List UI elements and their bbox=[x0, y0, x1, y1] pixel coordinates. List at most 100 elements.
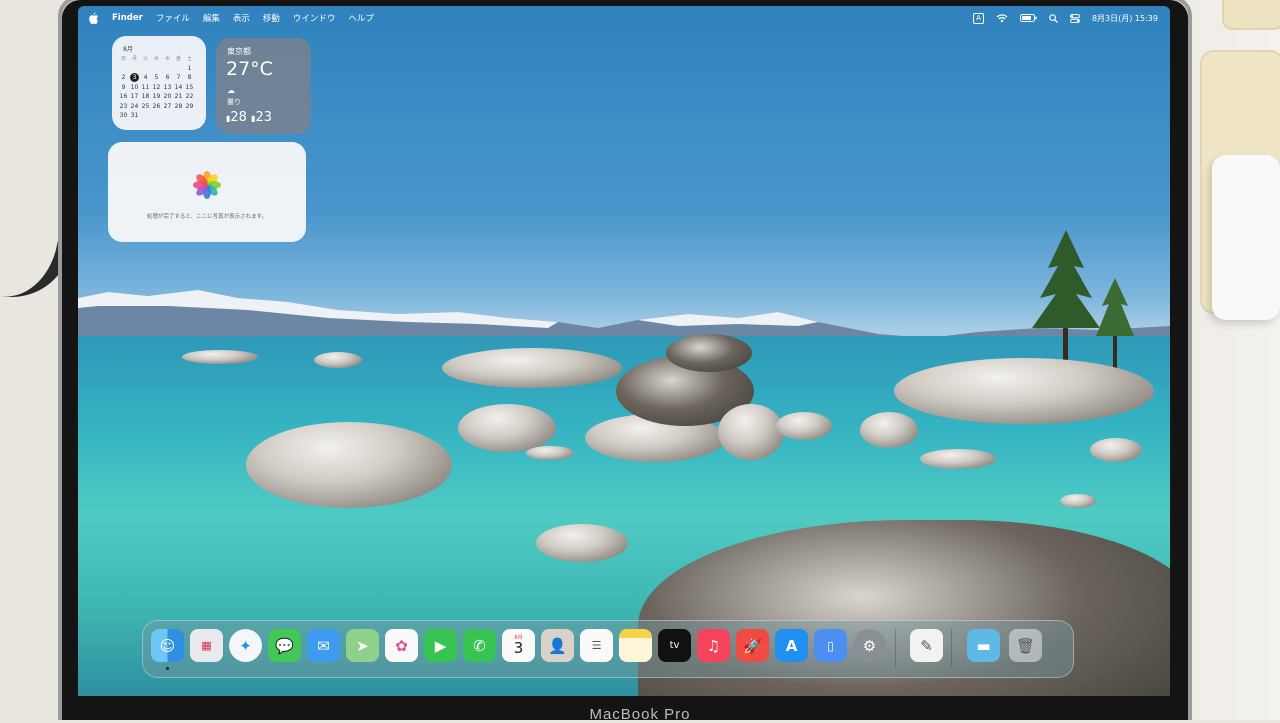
weekday-label: 月 bbox=[131, 56, 137, 63]
wallpaper-rock bbox=[314, 352, 362, 368]
dock-downloads-folder-icon[interactable]: ▬ bbox=[967, 629, 1000, 662]
calendar-day: 16 bbox=[119, 93, 128, 101]
dock-safari-icon[interactable]: ✦ bbox=[229, 629, 262, 662]
calendar-day: 14 bbox=[174, 83, 183, 91]
wallpaper-rock bbox=[536, 524, 628, 562]
dock-system-settings-icon[interactable]: ⚙ bbox=[853, 629, 886, 662]
menu-go[interactable]: 移動 bbox=[263, 12, 280, 24]
calendar-day: 1 bbox=[187, 64, 192, 72]
calendar-month: 8月 bbox=[123, 46, 133, 53]
calendar-widget[interactable]: 8月 日 月 火 水 木 金 土 1 2 3 4 5 6 7 8 9 10 11… bbox=[112, 36, 206, 130]
wallpaper-rock bbox=[458, 404, 556, 452]
input-source-indicator[interactable]: A bbox=[973, 12, 984, 24]
calendar-day bbox=[184, 111, 195, 121]
weather-low: 23 bbox=[255, 110, 273, 125]
dock-calendar-icon[interactable]: 8月 3 bbox=[502, 629, 535, 662]
weather-condition: 曇り bbox=[227, 98, 241, 106]
calendar-day: 20 bbox=[163, 93, 172, 101]
cloud-icon: ☁ bbox=[227, 86, 235, 95]
weekday-label: 木 bbox=[164, 56, 170, 63]
dock-music-icon[interactable]: ♫ bbox=[697, 629, 730, 662]
calendar-day: 23 bbox=[119, 102, 128, 110]
calendar-day bbox=[118, 64, 129, 74]
calendar-day bbox=[162, 111, 173, 121]
wallpaper-rock bbox=[920, 449, 996, 469]
menu-edit[interactable]: 編集 bbox=[203, 12, 220, 24]
menu-help[interactable]: ヘルプ bbox=[348, 12, 374, 24]
wallpaper-rock-cluster bbox=[442, 348, 622, 388]
wallpaper-rock bbox=[666, 334, 752, 372]
calendar-day: 13 bbox=[163, 83, 172, 91]
dock-launcher-rocket-icon[interactable]: 🚀 bbox=[736, 629, 769, 662]
wifi-icon[interactable] bbox=[996, 13, 1008, 23]
calendar-day bbox=[173, 64, 184, 74]
dock-facetime-icon[interactable]: ▶ bbox=[424, 629, 457, 662]
wallpaper-rock bbox=[860, 412, 918, 448]
dock-iphone-mirroring-icon[interactable]: ▯ bbox=[814, 629, 847, 662]
dock-messages-icon[interactable]: 💬 bbox=[268, 629, 301, 662]
weather-temperature: 27°C bbox=[226, 58, 273, 80]
menu-file[interactable]: ファイル bbox=[156, 12, 190, 24]
calendar-day bbox=[162, 64, 173, 74]
apple-menu-icon[interactable] bbox=[88, 12, 99, 24]
weekday-label: 水 bbox=[153, 56, 159, 63]
desktop-screen: Finder ファイル 編集 表示 移動 ウインドウ ヘルプ A 8月3日(月)… bbox=[78, 6, 1170, 696]
wallpaper-rock bbox=[776, 412, 832, 440]
dock-trash-icon[interactable]: 🗑 bbox=[1009, 629, 1042, 662]
dock-reminders-icon[interactable]: ☰ bbox=[580, 629, 613, 662]
wallpaper-rock bbox=[718, 404, 784, 460]
wallpaper-rock bbox=[526, 446, 574, 460]
menu-clock[interactable]: 8月3日(月) 15:39 bbox=[1092, 13, 1158, 24]
calendar-day: 25 bbox=[141, 102, 150, 110]
calendar-day: 29 bbox=[185, 102, 194, 110]
calendar-day-today: 3 bbox=[129, 73, 140, 83]
menu-view[interactable]: 表示 bbox=[233, 12, 250, 24]
weekday-label: 土 bbox=[186, 56, 192, 63]
calendar-day: 21 bbox=[174, 93, 183, 101]
spotlight-search-icon[interactable] bbox=[1049, 13, 1058, 23]
dock-utility-icon[interactable]: ✎ bbox=[910, 629, 943, 662]
menu-app-name[interactable]: Finder bbox=[112, 13, 143, 23]
dock-launchpad-icon[interactable]: ▦ bbox=[190, 629, 223, 662]
wallpaper-rock bbox=[246, 422, 452, 508]
dock-tv-icon[interactable]: tv bbox=[658, 629, 691, 662]
dock-maps-icon[interactable]: ➤ bbox=[346, 629, 379, 662]
weekday-label: 日 bbox=[120, 56, 126, 63]
calendar-day bbox=[129, 64, 140, 74]
wallpaper-rock bbox=[1090, 438, 1142, 462]
calendar-day: 2 bbox=[121, 74, 126, 82]
calendar-day: 5 bbox=[154, 74, 159, 82]
calendar-day: 11 bbox=[141, 83, 150, 91]
weekday-label: 火 bbox=[142, 56, 148, 63]
calendar-day: 30 bbox=[119, 112, 128, 120]
calendar-day: 8 bbox=[187, 74, 192, 82]
calendar-grid: 日 月 火 水 木 金 土 1 2 3 4 5 6 7 8 9 10 11 12… bbox=[118, 54, 195, 121]
wall-outlet-top bbox=[1222, 0, 1280, 30]
dock-mail-icon[interactable]: ✉ bbox=[307, 629, 340, 662]
wallpaper-rock bbox=[1060, 494, 1096, 508]
weather-widget[interactable]: 東京都 27°C ☁ 曇り ▮28 ▮23 bbox=[216, 38, 311, 134]
dock-phone-icon[interactable]: ✆ bbox=[463, 629, 496, 662]
dock-finder-icon[interactable]: ☺ bbox=[151, 629, 184, 662]
calendar-day bbox=[151, 64, 162, 74]
calendar-day: 19 bbox=[152, 93, 161, 101]
menu-window[interactable]: ウインドウ bbox=[293, 12, 336, 24]
calendar-day bbox=[173, 111, 184, 121]
dock-divider bbox=[895, 629, 896, 667]
power-adapter bbox=[1212, 155, 1280, 320]
calendar-day: 22 bbox=[185, 93, 194, 101]
dock-app-store-icon[interactable]: A bbox=[775, 629, 808, 662]
dock-calendar-day: 3 bbox=[513, 638, 524, 657]
calendar-day: 15 bbox=[185, 83, 194, 91]
calendar-day: 6 bbox=[165, 74, 170, 82]
dock-contacts-icon[interactable]: 👤 bbox=[541, 629, 574, 662]
weather-high: 28 bbox=[230, 110, 247, 125]
battery-icon[interactable] bbox=[1019, 14, 1037, 22]
wallpaper-tree-small bbox=[1096, 278, 1134, 371]
photos-widget[interactable]: 処理が完了すると、ここに写真が表示されます。 bbox=[108, 142, 306, 242]
device-brand: MacBook Pro bbox=[589, 706, 691, 723]
wallpaper-rock bbox=[182, 350, 258, 364]
dock-notes-icon[interactable] bbox=[619, 629, 652, 662]
control-center-icon[interactable] bbox=[1069, 13, 1080, 23]
dock-photos-icon[interactable]: ✿ bbox=[385, 629, 418, 662]
